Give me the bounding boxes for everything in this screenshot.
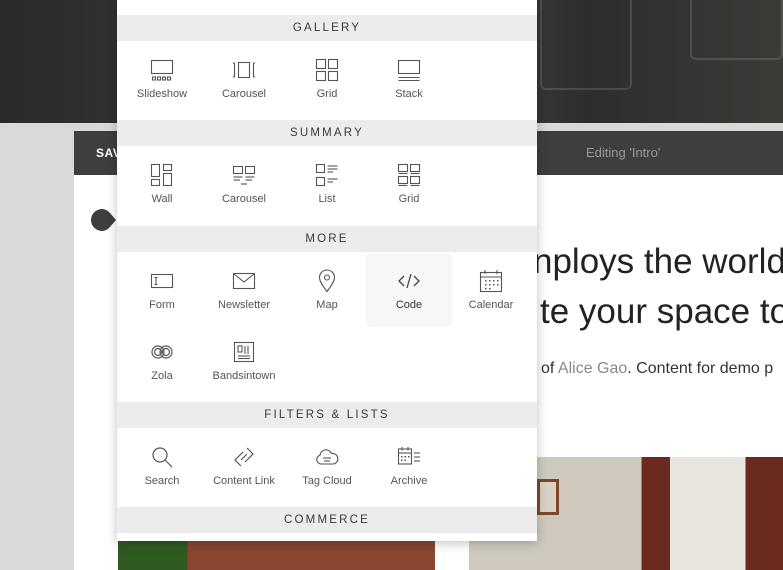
grid-icon [397, 163, 421, 187]
section-more: MORE [117, 226, 537, 252]
carousel-icon [233, 61, 255, 79]
block-gallery-carousel[interactable]: Carousel [203, 44, 285, 114]
block-more-zola[interactable]: Zola [121, 326, 203, 396]
block-filters-archive[interactable]: Archive [368, 431, 450, 501]
editing-status: Editing 'Intro' [586, 145, 661, 160]
calendar-icon [479, 270, 503, 293]
insert-point-icon[interactable] [90, 208, 116, 232]
block-label: Bandsintown [212, 370, 276, 382]
zola-rings-icon [151, 345, 173, 359]
link-icon [234, 447, 254, 467]
stack-icon [397, 59, 421, 82]
block-summary-carousel[interactable]: Carousel [203, 149, 285, 219]
wall-icon [150, 163, 173, 187]
form-icon [150, 273, 174, 289]
block-gallery-stack[interactable]: Stack [368, 44, 450, 114]
section-summary: SUMMARY [117, 120, 537, 146]
glass-shape [540, 0, 632, 90]
code-icon [398, 273, 420, 289]
archive-icon [397, 447, 420, 465]
block-more-calendar[interactable]: Calendar [450, 255, 532, 325]
block-more-newsletter[interactable]: Newsletter [203, 255, 285, 325]
block-label: Calendar [468, 299, 514, 311]
block-summary-grid[interactable]: Grid [368, 149, 450, 219]
author-link[interactable]: Alice Gao [558, 360, 627, 377]
subline-prefix: of [541, 360, 558, 377]
grid-icon [315, 58, 339, 82]
slideshow-icon [150, 59, 174, 81]
bandsintown-icon [233, 341, 255, 363]
add-block-menu: GALLERY Slideshow Carousel Grid Stack SU… [117, 0, 537, 541]
glass-shape [690, 0, 783, 60]
block-summary-list[interactable]: List [286, 149, 368, 219]
block-label: Grid [398, 193, 420, 205]
block-filters-tag-cloud[interactable]: Tag Cloud [286, 431, 368, 501]
headline-line-1: nploys the world [533, 242, 783, 281]
block-more-map[interactable]: Map [286, 255, 368, 325]
block-filters-content-link[interactable]: Content Link [203, 431, 285, 501]
tag-cloud-icon [316, 449, 339, 465]
envelope-icon [232, 272, 256, 290]
subline-text: of Alice Gao. Content for demo p [541, 360, 773, 378]
block-more-code[interactable]: Code [368, 255, 450, 325]
block-more-bandsintown[interactable]: Bandsintown [203, 326, 285, 396]
section-commerce: COMMERCE [117, 507, 537, 533]
block-gallery-slideshow[interactable]: Slideshow [121, 44, 203, 114]
headline-line-2: te your space to [540, 292, 783, 331]
plant-brick-photo [118, 541, 435, 570]
map-pin-icon [318, 269, 336, 293]
section-gallery: GALLERY [117, 15, 537, 41]
search-icon [152, 447, 173, 468]
subline-suffix: . Content for demo p [627, 360, 774, 377]
block-label: Archive [390, 475, 428, 487]
picture-frame [537, 479, 559, 515]
block-label: Stack [395, 88, 423, 100]
carousel-icon [232, 165, 256, 185]
block-more-form[interactable]: Form [121, 255, 203, 325]
section-filters-lists: FILTERS & LISTS [117, 402, 537, 428]
block-filters-search[interactable]: Search [121, 431, 203, 501]
block-gallery-grid[interactable]: Grid [286, 44, 368, 114]
list-icon [315, 163, 338, 187]
block-summary-wall[interactable]: Wall [121, 149, 203, 219]
